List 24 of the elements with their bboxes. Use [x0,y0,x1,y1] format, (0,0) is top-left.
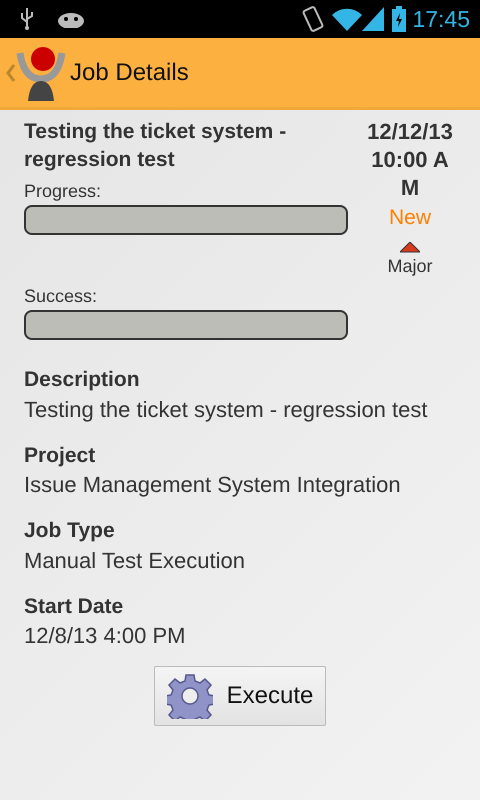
job-title: Testing the ticket system - regression test [24,119,288,173]
usb-icon [20,8,34,30]
field-value: Issue Management System Integration [24,471,402,499]
meter-label: Progress: [24,180,102,203]
signal-icon [362,7,384,31]
battery-icon [392,6,406,32]
job-date: 12/12/13 10:00 AM [366,118,454,202]
field-label: Job Type [24,518,116,544]
field-value: Testing the ticket system - regression test [24,396,428,424]
clock: 17:45 [412,4,470,34]
field-value: 12/8/13 4:00 PM [24,622,186,650]
meter-label: Success: [24,285,98,308]
wifi-icon [332,7,362,31]
job-status: New [388,205,431,231]
job-priority: Major [387,254,432,278]
field-label: Start Date [24,594,124,620]
app-logo[interactable] [16,44,66,100]
screen-title: Job Details [70,58,189,88]
field-value: Manual Test Execution [24,546,246,574]
gear-icon [166,673,213,719]
vibrate-icon [302,5,324,33]
field-label: Description [24,367,141,393]
field-label: Project [24,442,96,468]
execute-button[interactable]: Execute [154,666,326,726]
